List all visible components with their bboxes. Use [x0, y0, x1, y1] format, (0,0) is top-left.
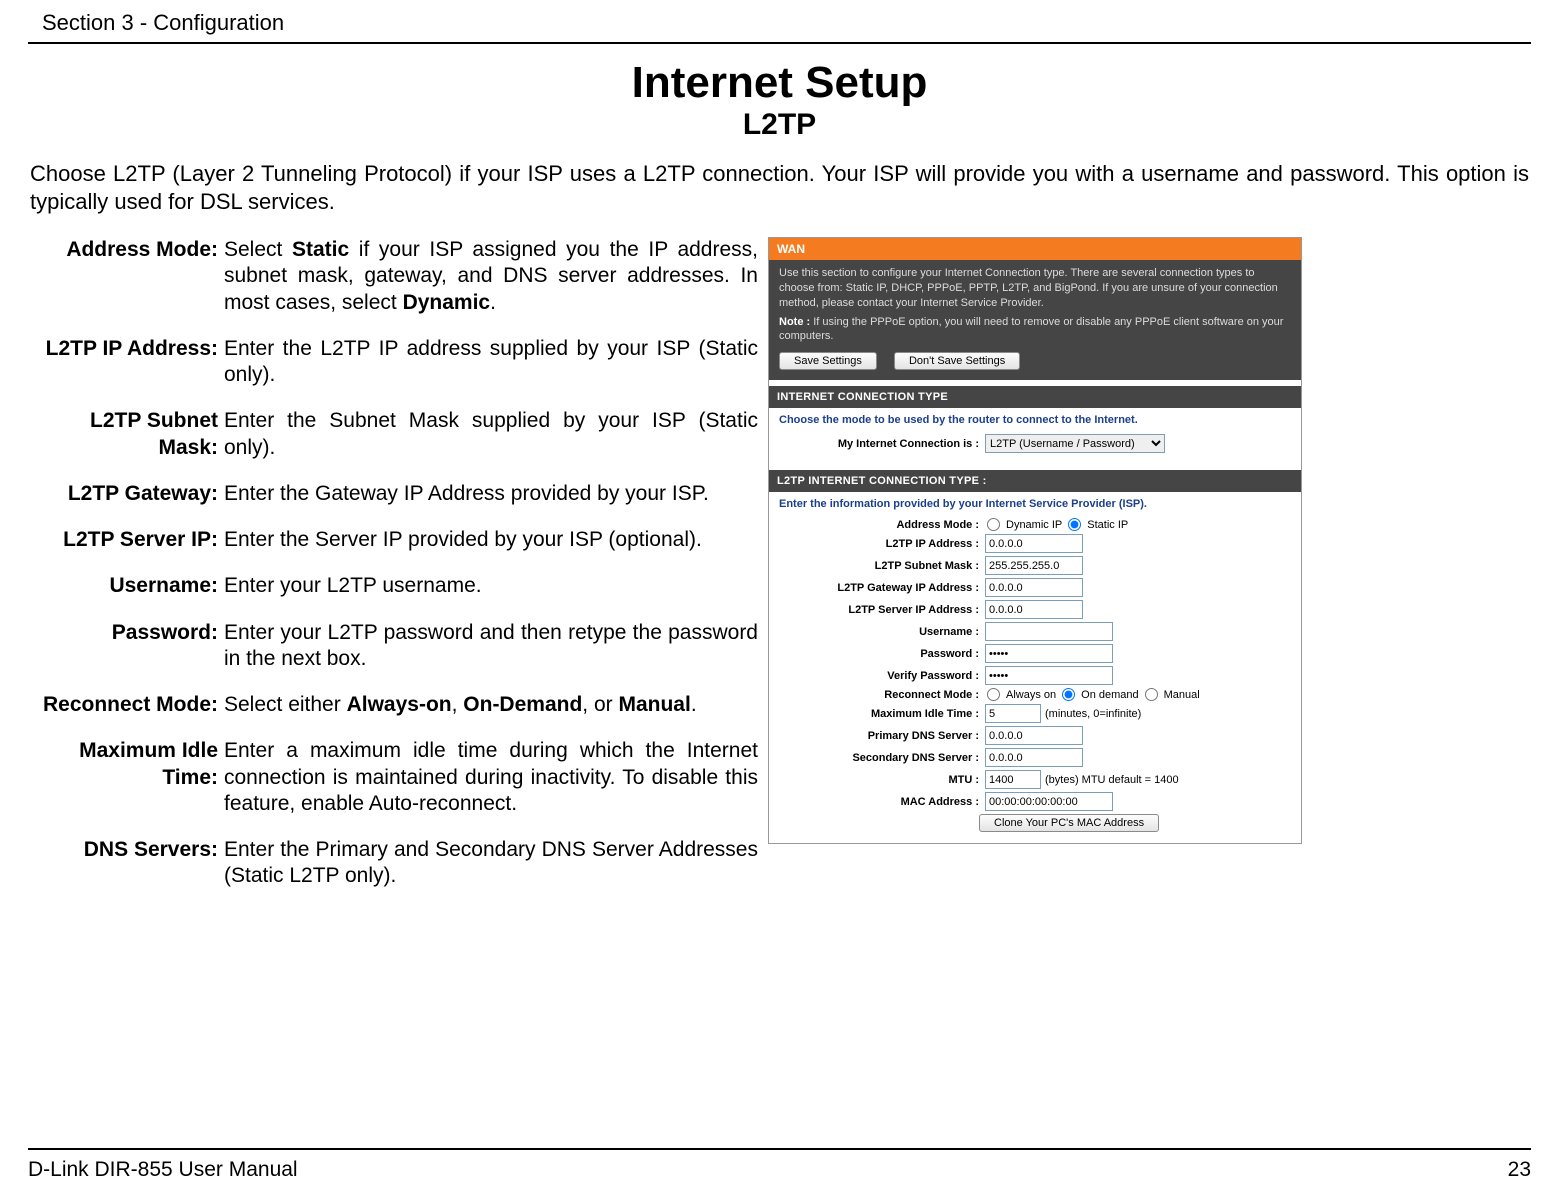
- def-label: L2TP IP Address:: [28, 336, 224, 389]
- internet-connection-select[interactable]: L2TP (Username / Password): [985, 434, 1165, 453]
- def-server: L2TP Server IP: Enter the Server IP prov…: [28, 527, 758, 553]
- def-mask: L2TP Subnet Mask: Enter the Subnet Mask …: [28, 408, 758, 461]
- def-value: Select either Always-on, On-Demand, or M…: [224, 692, 758, 718]
- idle-time-input[interactable]: [985, 704, 1041, 723]
- page-subtitle: L2TP: [28, 108, 1531, 142]
- mtu-hint: (bytes) MTU default = 1400: [1045, 774, 1179, 786]
- def-ip: L2TP IP Address: Enter the L2TP IP addre…: [28, 336, 758, 389]
- divider-top: [28, 42, 1531, 44]
- def-value: Enter the Primary and Secondary DNS Serv…: [224, 837, 758, 890]
- def-gateway: L2TP Gateway: Enter the Gateway IP Addre…: [28, 481, 758, 507]
- def-username: Username: Enter your L2TP username.: [28, 573, 758, 599]
- l2tp-ip-label: L2TP IP Address :: [779, 538, 985, 550]
- router-screenshot: WAN Use this section to configure your I…: [768, 237, 1302, 844]
- def-dns: DNS Servers: Enter the Primary and Secon…: [28, 837, 758, 890]
- verify-password-input[interactable]: [985, 666, 1113, 685]
- footer-manual-name: D-Link DIR-855 User Manual: [28, 1158, 298, 1182]
- intro-text: Choose L2TP (Layer 2 Tunneling Protocol)…: [30, 160, 1529, 215]
- username-input[interactable]: [985, 622, 1113, 641]
- def-reconnect: Reconnect Mode: Select either Always-on,…: [28, 692, 758, 718]
- l2tp-mask-label: L2TP Subnet Mask :: [779, 560, 985, 572]
- manual-radio[interactable]: [1145, 688, 1158, 701]
- address-mode-label: Address Mode :: [779, 519, 985, 531]
- pdns-label: Primary DNS Server :: [779, 730, 985, 742]
- static-ip-radio[interactable]: [1068, 518, 1081, 531]
- l2tp-gw-label: L2TP Gateway IP Address :: [779, 582, 985, 594]
- on-demand-radio[interactable]: [1062, 688, 1075, 701]
- def-label: Reconnect Mode:: [28, 692, 224, 718]
- def-idle: Maximum Idle Time: Enter a maximum idle …: [28, 738, 758, 817]
- l2tp-ip-input[interactable]: [985, 534, 1083, 553]
- def-label: Maximum Idle Time:: [28, 738, 224, 817]
- save-settings-button[interactable]: Save Settings: [779, 352, 877, 370]
- mac-label: MAC Address :: [779, 796, 985, 808]
- def-label: L2TP Gateway:: [28, 481, 224, 507]
- wan-description: Use this section to configure your Inter…: [769, 260, 1301, 380]
- def-value: Enter your L2TP username.: [224, 573, 758, 599]
- idle-time-label: Maximum Idle Time :: [779, 708, 985, 720]
- mtu-label: MTU :: [779, 774, 985, 786]
- def-value: Enter the L2TP IP address supplied by yo…: [224, 336, 758, 389]
- page-title: Internet Setup: [28, 58, 1531, 108]
- def-value: Enter the Gateway IP Address provided by…: [224, 481, 758, 507]
- pdns-input[interactable]: [985, 726, 1083, 745]
- def-value: Enter the Subnet Mask supplied by your I…: [224, 408, 758, 461]
- def-label: L2TP Server IP:: [28, 527, 224, 553]
- divider-bottom: [28, 1148, 1531, 1150]
- def-label: Password:: [28, 620, 224, 673]
- verify-password-label: Verify Password :: [779, 670, 985, 682]
- mac-input[interactable]: [985, 792, 1113, 811]
- page-number: 23: [1508, 1158, 1531, 1182]
- def-value: Enter a maximum idle time during which t…: [224, 738, 758, 817]
- clone-mac-button[interactable]: Clone Your PC's MAC Address: [979, 814, 1159, 832]
- l2tp-header: L2TP INTERNET CONNECTION TYPE :: [769, 470, 1301, 492]
- def-value: Select Static if your ISP assigned you t…: [224, 237, 758, 316]
- definition-list: Address Mode: Select Static if your ISP …: [28, 237, 758, 910]
- def-value: Enter your L2TP password and then retype…: [224, 620, 758, 673]
- def-password: Password: Enter your L2TP password and t…: [28, 620, 758, 673]
- l2tp-description: Enter the information provided by your I…: [779, 498, 1291, 510]
- dynamic-ip-radio[interactable]: [987, 518, 1000, 531]
- wan-header: WAN: [769, 238, 1301, 260]
- idle-hint: (minutes, 0=infinite): [1045, 708, 1141, 720]
- ict-description: Choose the mode to be used by the router…: [779, 414, 1291, 426]
- always-on-radio[interactable]: [987, 688, 1000, 701]
- dont-save-settings-button[interactable]: Don't Save Settings: [894, 352, 1020, 370]
- def-label: Address Mode:: [28, 237, 224, 316]
- l2tp-server-label: L2TP Server IP Address :: [779, 604, 985, 616]
- ict-header: INTERNET CONNECTION TYPE: [769, 386, 1301, 408]
- def-label: Username:: [28, 573, 224, 599]
- password-input[interactable]: [985, 644, 1113, 663]
- sdns-label: Secondary DNS Server :: [779, 752, 985, 764]
- section-header: Section 3 - Configuration: [42, 10, 1531, 42]
- ict-select-label: My Internet Connection is :: [779, 438, 985, 450]
- sdns-input[interactable]: [985, 748, 1083, 767]
- def-value: Enter the Server IP provided by your ISP…: [224, 527, 758, 553]
- password-label: Password :: [779, 648, 985, 660]
- l2tp-mask-input[interactable]: [985, 556, 1083, 575]
- def-label: DNS Servers:: [28, 837, 224, 890]
- mtu-input[interactable]: [985, 770, 1041, 789]
- username-label: Username :: [779, 626, 985, 638]
- reconnect-mode-label: Reconnect Mode :: [779, 689, 985, 701]
- l2tp-gw-input[interactable]: [985, 578, 1083, 597]
- l2tp-server-input[interactable]: [985, 600, 1083, 619]
- def-address-mode: Address Mode: Select Static if your ISP …: [28, 237, 758, 316]
- def-label: L2TP Subnet Mask:: [28, 408, 224, 461]
